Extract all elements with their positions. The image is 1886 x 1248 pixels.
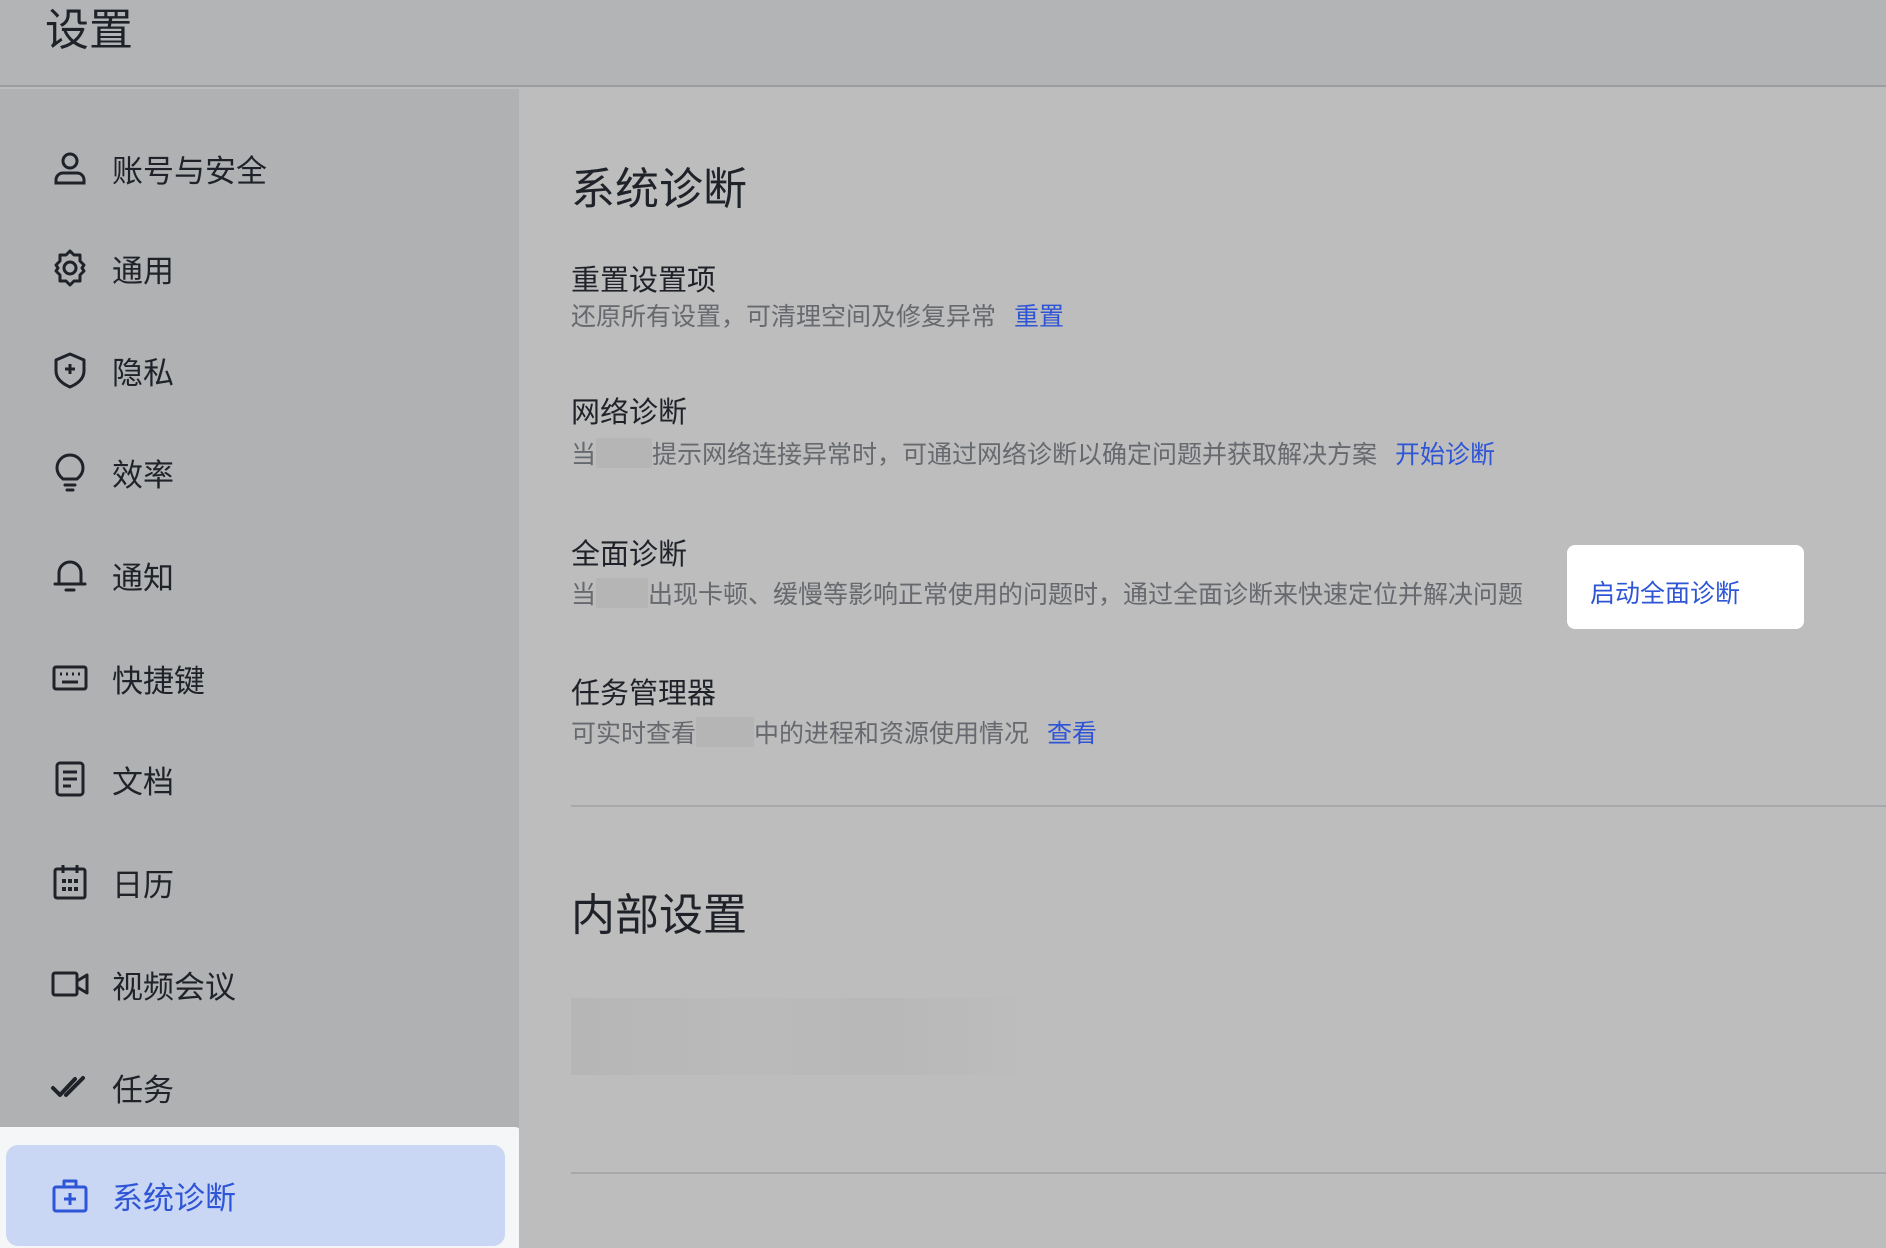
sidebar-item-label: 隐私 xyxy=(112,355,174,392)
sidebar-item-label: 通用 xyxy=(112,253,174,290)
header: 设置 xyxy=(0,0,1886,87)
task-manager-title: 任务管理器 xyxy=(571,676,717,710)
gear-icon xyxy=(50,248,90,288)
network-desc-prefix: 当 xyxy=(571,440,597,469)
view-task-manager-link[interactable]: 查看 xyxy=(1047,714,1097,750)
start-full-diagnosis-link[interactable]: 启动全面诊断 xyxy=(1590,574,1740,610)
double-check-icon xyxy=(50,1067,90,1107)
sidebar-item-system-diagnosis[interactable]: 系统诊断 xyxy=(6,1145,505,1246)
video-camera-icon xyxy=(50,964,90,1004)
sidebar-item-label: 任务 xyxy=(112,1072,174,1109)
sidebar-item-label: 快捷键 xyxy=(112,663,205,700)
full-desc-prefix: 当 xyxy=(571,580,597,609)
section-divider xyxy=(571,805,1886,807)
reset-settings-title: 重置设置项 xyxy=(571,263,717,297)
task-desc-prefix: 可实时查看 xyxy=(571,719,697,748)
settings-window: 设置 账号与安全 通用 隐私 效率 通知 快捷键 文档 日历 视频会议 任务 系… xyxy=(0,0,1886,1248)
sidebar-item-label: 效率 xyxy=(112,457,174,494)
sidebar-item-label: 文档 xyxy=(112,764,174,801)
shield-plus-icon xyxy=(50,350,90,390)
full-diagnosis-title: 全面诊断 xyxy=(571,537,688,571)
sidebar-item-general[interactable]: 通用 xyxy=(6,218,506,318)
sidebar-item-efficiency[interactable]: 效率 xyxy=(6,422,506,522)
full-diagnosis-desc: 当 出现卡顿、缓慢等影响正常使用的问题时，通过全面诊断来快速定位并解决问题 xyxy=(571,575,1523,611)
user-icon xyxy=(50,148,90,188)
sidebar-item-tasks[interactable]: 任务 xyxy=(6,1037,506,1137)
sidebar-item-documents[interactable]: 文档 xyxy=(6,729,506,829)
section-divider xyxy=(571,1172,1886,1174)
keyboard-icon xyxy=(50,658,90,698)
sidebar-item-shortcuts[interactable]: 快捷键 xyxy=(6,628,506,728)
network-diagnosis-desc: 当 提示网络连接异常时，可通过网络诊断以确定问题并获取解决方案 开始诊断 xyxy=(571,435,1495,471)
redacted-app-name xyxy=(596,578,649,608)
sidebar-item-privacy[interactable]: 隐私 xyxy=(6,320,506,420)
start-diagnosis-link[interactable]: 开始诊断 xyxy=(1395,435,1495,471)
lightbulb-icon xyxy=(50,452,90,492)
section-title-internal-settings: 内部设置 xyxy=(571,890,747,941)
sidebar-item-calendar[interactable]: 日历 xyxy=(6,832,506,932)
bell-icon xyxy=(50,555,90,595)
page-title: 设置 xyxy=(45,5,133,56)
main-content: 系统诊断 重置设置项 还原所有设置，可清理空间及修复异常 重置 网络诊断 当 提… xyxy=(519,89,1886,1248)
reset-desc-text: 还原所有设置，可清理空间及修复异常 xyxy=(571,302,997,331)
task-desc-suffix: 中的进程和资源使用情况 xyxy=(754,719,1030,748)
sidebar-item-label: 视频会议 xyxy=(112,969,236,1006)
redacted-app-name xyxy=(596,438,653,468)
full-desc-suffix: 出现卡顿、缓慢等影响正常使用的问题时，通过全面诊断来快速定位并解决问题 xyxy=(648,580,1524,609)
sidebar-item-label: 通知 xyxy=(112,560,174,597)
sidebar-item-notification[interactable]: 通知 xyxy=(6,525,506,625)
sidebar-item-label: 日历 xyxy=(112,867,174,904)
section-title-system-diagnosis: 系统诊断 xyxy=(571,164,747,215)
network-diagnosis-title: 网络诊断 xyxy=(571,395,688,429)
document-icon xyxy=(50,759,90,799)
medical-kit-icon xyxy=(50,1176,90,1216)
reset-settings-desc: 还原所有设置，可清理空间及修复异常 重置 xyxy=(571,297,1064,333)
sidebar-item-label: 账号与安全 xyxy=(112,153,267,190)
sidebar-item-account-security[interactable]: 账号与安全 xyxy=(6,118,506,218)
task-manager-desc: 可实时查看 中的进程和资源使用情况 查看 xyxy=(571,714,1097,750)
reset-link[interactable]: 重置 xyxy=(1014,297,1064,333)
redacted-app-name xyxy=(696,717,755,747)
sidebar: 账号与安全 通用 隐私 效率 通知 快捷键 文档 日历 视频会议 任务 xyxy=(0,89,519,1248)
redacted-internal-setting xyxy=(571,998,1017,1075)
sidebar-item-video-meeting[interactable]: 视频会议 xyxy=(6,934,506,1034)
calendar-icon xyxy=(50,862,90,902)
sidebar-item-label: 系统诊断 xyxy=(112,1181,236,1217)
network-desc-suffix: 提示网络连接异常时，可通过网络诊断以确定问题并获取解决方案 xyxy=(652,440,1378,469)
